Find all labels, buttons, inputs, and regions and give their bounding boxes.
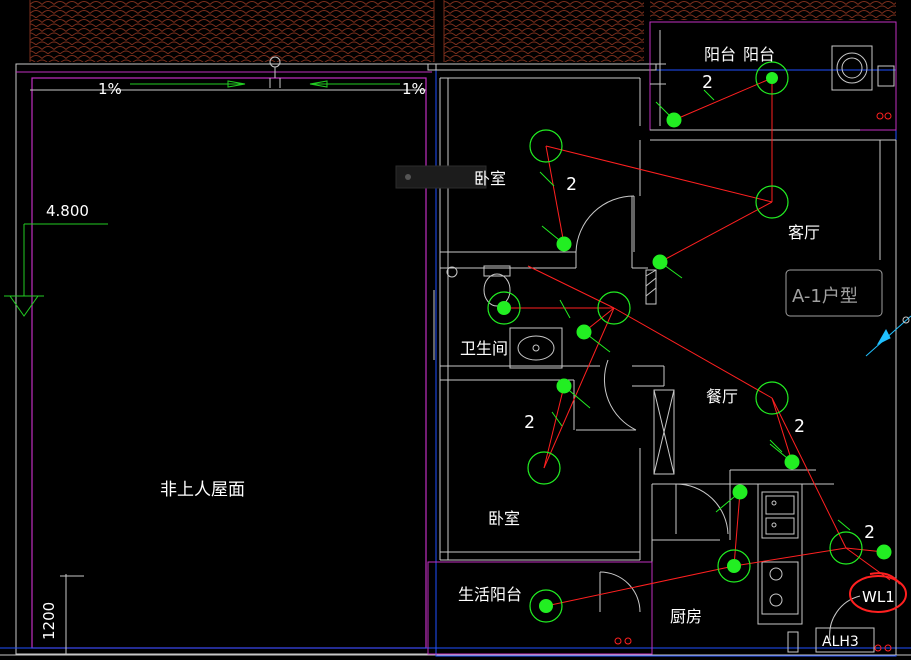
conductor-count-balcony: 2 bbox=[702, 72, 713, 93]
kitchen-label: 厨房 bbox=[670, 607, 702, 626]
bedroom-label-bottom: 卧室 bbox=[488, 509, 520, 528]
light-fixtures bbox=[487, 61, 863, 623]
roof-label: 非上人屋面 bbox=[160, 480, 245, 500]
elevation-label: 4.800 bbox=[46, 202, 89, 220]
service-balcony-label: 生活阳台 bbox=[458, 585, 522, 604]
panel-alh3-label: ALH3 bbox=[822, 634, 859, 650]
kitchen-fixtures bbox=[645, 269, 799, 653]
slope-label-right: 1% bbox=[402, 80, 426, 98]
balcony-label-2: 阳台 bbox=[743, 45, 775, 64]
small-outlets bbox=[614, 112, 892, 652]
bedroom-label-top: 卧室 bbox=[474, 169, 506, 188]
cad-floor-plan: 1% 1% 4.800 非上人屋面 1200 阳台 阳台 卧室 客厅 A-1户型… bbox=[0, 0, 911, 660]
floor-plan-canvas: 1% 1% 4.800 非上人屋面 1200 阳台 阳台 卧室 客厅 A-1户型… bbox=[0, 0, 911, 657]
ac-unit bbox=[831, 45, 895, 91]
circuit-wl1-label: WL1 bbox=[862, 588, 895, 606]
living-room-label: 客厅 bbox=[788, 223, 820, 242]
conductor-count-bedroom-bottom: 2 bbox=[524, 412, 535, 433]
balcony-label-1: 阳台 bbox=[704, 45, 736, 64]
roof-boundary-walls bbox=[0, 63, 911, 656]
slope-label-left: 1% bbox=[98, 80, 122, 98]
dining-room-label: 餐厅 bbox=[706, 387, 738, 406]
conductor-count-dining: 2 bbox=[794, 416, 805, 437]
dimension-label: 1200 bbox=[40, 602, 58, 640]
conductor-count-bedroom-top: 2 bbox=[566, 174, 577, 195]
window-marker bbox=[865, 315, 911, 357]
conductor-count-kitchen: 2 bbox=[864, 522, 875, 543]
dimension-line bbox=[60, 574, 84, 655]
switch-symbols bbox=[541, 101, 892, 560]
elevation-marker bbox=[4, 223, 108, 317]
unit-type-label: A-1户型 bbox=[792, 286, 858, 307]
door-swings bbox=[575, 195, 861, 641]
bathroom-label: 卫生间 bbox=[460, 339, 508, 358]
light-fixture-centers bbox=[497, 72, 778, 613]
